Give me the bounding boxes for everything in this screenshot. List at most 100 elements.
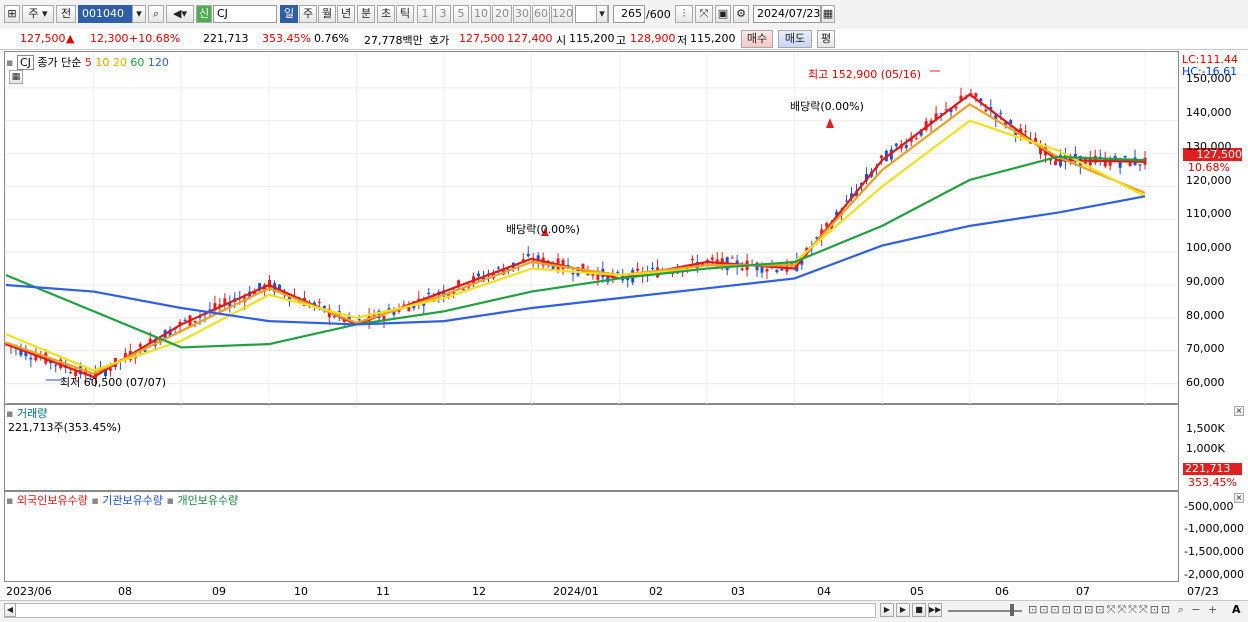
x-tick: 11 xyxy=(376,585,390,598)
candle-body xyxy=(984,109,988,112)
vol-y-tick: 1,000K xyxy=(1186,442,1225,455)
dividend-label-1: 배당락(0.00%) xyxy=(506,223,580,236)
candle-body xyxy=(715,259,719,262)
candle-body xyxy=(879,155,883,159)
candle-body xyxy=(954,106,958,109)
candle-body xyxy=(616,271,620,273)
candle-body xyxy=(780,268,784,271)
holdings-close-icon[interactable]: × xyxy=(1234,493,1244,503)
x-tick-end: 07/23 xyxy=(1187,585,1219,598)
volume-pct-tag: 353.45% xyxy=(1188,476,1237,489)
candle-body xyxy=(765,268,769,272)
x-tick: 04 xyxy=(817,585,831,598)
hold-y-tick: -500,000 xyxy=(1184,500,1234,513)
legend-bullet-icon: ▪ xyxy=(6,56,14,69)
y-tick: 120,000 xyxy=(1186,174,1232,187)
y-tick: 150,000 xyxy=(1186,72,1232,85)
candle-body xyxy=(571,272,575,275)
candle-body xyxy=(1118,162,1122,168)
candle-body xyxy=(999,112,1003,114)
candle-body xyxy=(138,344,142,347)
hold-y-tick: -1,500,000 xyxy=(1184,545,1244,558)
grid-toggle-icon[interactable]: ▦ xyxy=(9,70,23,84)
pct-tag: 10.68% xyxy=(1188,161,1230,174)
legend-title: 종가 단순 xyxy=(37,56,82,69)
fast-forward-icon[interactable]: ▶▶ xyxy=(928,603,942,617)
chart-legend: ▪ CJ 종가 단순 5 10 20 60 120 xyxy=(6,54,169,70)
x-tick: 2023/06 xyxy=(6,585,52,598)
candle-body xyxy=(636,268,640,271)
max-price-label: 최고 152,900 (05/16) xyxy=(808,68,922,81)
y-tick: 140,000 xyxy=(1186,106,1232,119)
x-tick: 09 xyxy=(212,585,226,598)
candle-body xyxy=(974,93,978,98)
candle-body xyxy=(69,372,73,374)
candle-body xyxy=(730,257,734,259)
candle-body xyxy=(193,320,197,323)
y-tick: 100,000 xyxy=(1186,241,1232,254)
candle-body xyxy=(1123,156,1127,158)
scroll-track[interactable] xyxy=(4,603,876,618)
candle-body xyxy=(54,364,58,366)
candle-body xyxy=(357,319,361,321)
legend-individual: 개인보유수량 xyxy=(177,494,239,507)
legend-ma20: 20 xyxy=(112,56,127,69)
legend-ma5: 5 xyxy=(84,56,92,69)
candle-body xyxy=(914,137,918,139)
y-tick: 70,000 xyxy=(1186,342,1225,355)
min-price-label: 최저 60,500 (07/07) xyxy=(60,376,167,389)
legend-ma10: 10 xyxy=(95,56,110,69)
y-tick: 80,000 xyxy=(1186,309,1225,322)
y-tick: 130,000 xyxy=(1186,140,1232,153)
y-tick: 60,000 xyxy=(1186,376,1225,389)
candle-body xyxy=(1024,131,1028,133)
stop-icon[interactable]: ■ xyxy=(912,603,926,617)
x-tick: 06 xyxy=(995,585,1009,598)
zoom-slider-handle[interactable] xyxy=(1010,604,1014,616)
candle-body xyxy=(332,316,336,318)
candle-body xyxy=(690,258,694,261)
candle-body xyxy=(710,257,714,260)
play-icon[interactable]: ▶ xyxy=(896,603,910,617)
ma-line-10 xyxy=(5,102,1146,375)
x-tick: 12 xyxy=(472,585,486,598)
x-tick: 08 xyxy=(118,585,132,598)
volume-close-icon[interactable]: × xyxy=(1234,406,1244,416)
volume-panel[interactable] xyxy=(4,404,1179,491)
hold-y-tick: -1,000,000 xyxy=(1184,522,1244,535)
holdings-bullet-icon: ▪ xyxy=(6,494,14,507)
dividend-label-2: 배당락(0.00%) xyxy=(790,100,864,113)
candle-body xyxy=(317,301,321,303)
volume-tag: 221,713 xyxy=(1183,463,1242,475)
draw-tool-icons[interactable]: ⊡⊡⊡⊡⊡⊡⊡⤧⤧⤧⤧⊡⊡ ⌕ − + xyxy=(1028,603,1219,617)
candle-body xyxy=(496,267,500,269)
candle-body xyxy=(29,357,33,360)
scroll-left-icon[interactable]: ◀ xyxy=(4,603,16,617)
candle-body xyxy=(526,253,530,257)
legend-foreign: 외국인보유수량 xyxy=(16,494,88,507)
candle-body xyxy=(427,292,431,295)
x-tick: 03 xyxy=(731,585,745,598)
volume-value-label: 221,713주(353.45%) xyxy=(8,421,122,434)
candle-body xyxy=(894,143,898,147)
candle-body xyxy=(705,259,709,261)
vol-y-tick: 1,500K xyxy=(1186,422,1225,435)
ma-line-120 xyxy=(5,195,1146,326)
candle-body xyxy=(651,267,655,269)
y-tick: 110,000 xyxy=(1186,207,1232,220)
hold-y-tick: -2,000,000 xyxy=(1184,568,1244,581)
candle-body xyxy=(904,144,908,149)
holdings-bullet-icon: ▪ xyxy=(91,494,99,507)
x-tick: 07 xyxy=(1076,585,1090,598)
scroll-right-icon[interactable]: ▶ xyxy=(880,603,894,617)
x-tick: 05 xyxy=(910,585,924,598)
holdings-bullet-icon: ▪ xyxy=(166,494,174,507)
font-size-icon[interactable]: A xyxy=(1232,603,1241,616)
legend-institution: 기관보유수량 xyxy=(102,494,164,507)
x-tick: 2024/01 xyxy=(553,585,599,598)
legend-ma120: 120 xyxy=(147,56,169,69)
x-tick: 02 xyxy=(649,585,663,598)
candle-body xyxy=(477,273,481,277)
symbol-label: CJ xyxy=(16,55,34,70)
y-tick: 90,000 xyxy=(1186,275,1225,288)
